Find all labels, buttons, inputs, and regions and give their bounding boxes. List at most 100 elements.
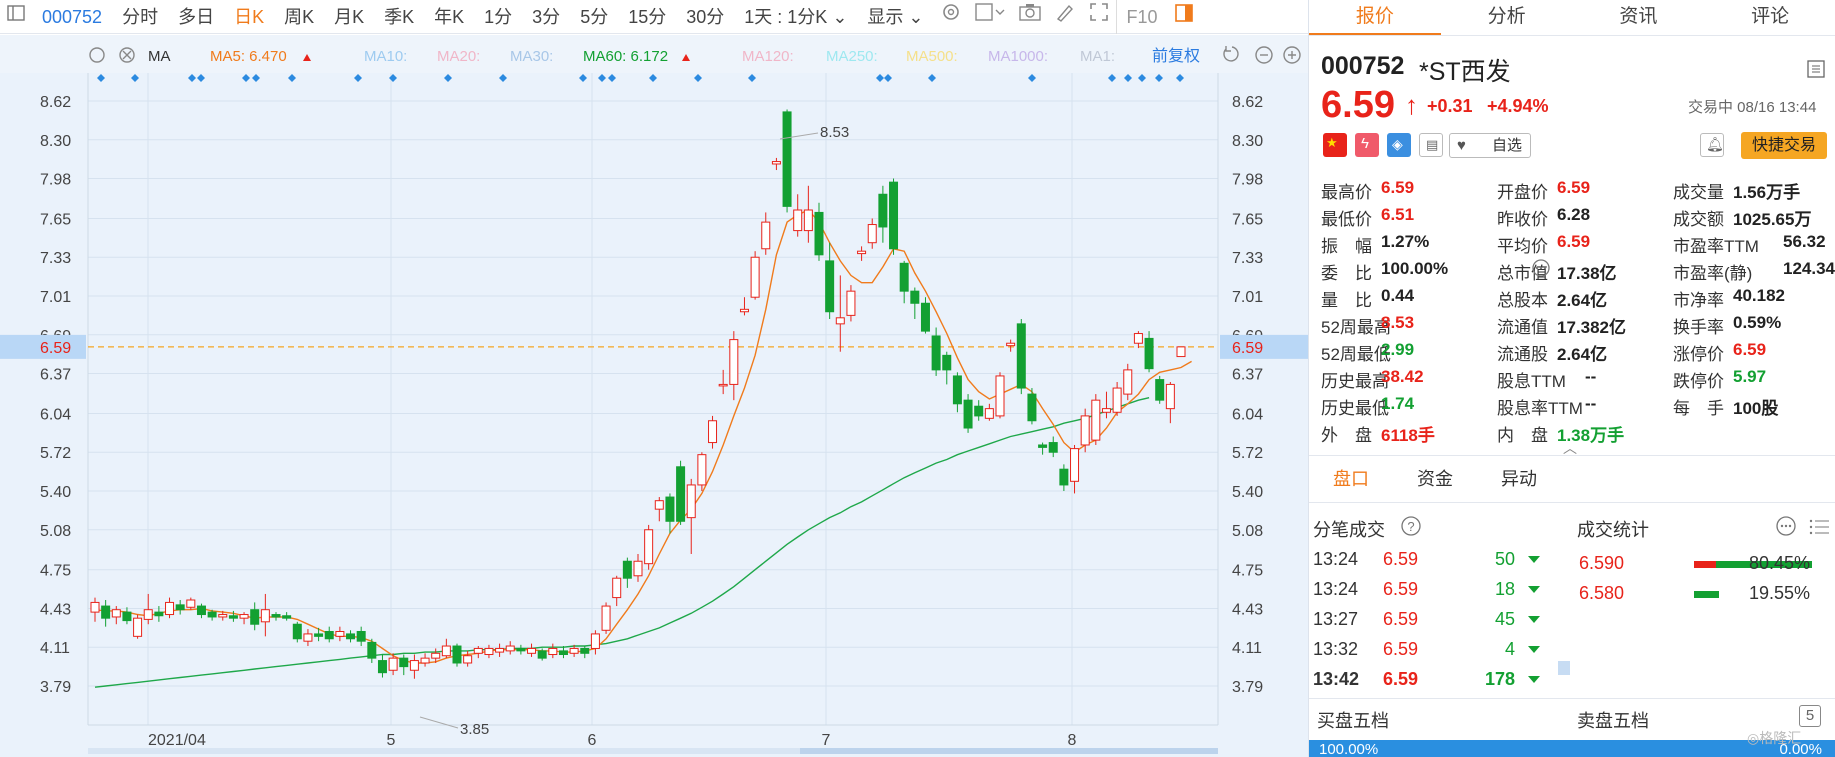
candle-body [335, 630, 345, 637]
detail-subtab[interactable]: 盘口 [1309, 458, 1393, 500]
tick-volume: 4 [1504, 639, 1515, 659]
fullscreen-icon[interactable] [1082, 0, 1116, 34]
interval-select[interactable]: 1天 : 1分K ⌄ [734, 0, 857, 34]
period-tab[interactable]: 周K [274, 0, 324, 34]
square-select-icon[interactable] [968, 0, 1012, 34]
note-icon[interactable]: ▤ [1419, 133, 1443, 157]
candle-body [218, 614, 228, 618]
lightning-icon[interactable]: ϟ [1355, 133, 1379, 157]
candle-body [920, 302, 930, 332]
period-tab[interactable]: 月K [324, 0, 374, 34]
candle-body [409, 660, 419, 671]
period-tab[interactable]: 30分 [676, 0, 734, 34]
display-menu[interactable]: 显示 ⌄ [857, 0, 933, 34]
period-tab[interactable]: 多日 [168, 0, 224, 34]
ma-legend-ma20: MA20: [437, 48, 480, 65]
candle-body [548, 647, 558, 656]
display-label: 显示 [867, 6, 904, 27]
camera-icon[interactable] [1012, 0, 1048, 34]
kline-chart[interactable]: 8.62 8.62 8.30 8.30 7.98 7.98 7.65 7.65 7.33 7.33… [0, 35, 1308, 757]
candle-body [942, 354, 952, 371]
more-icon[interactable] [1775, 515, 1797, 542]
y-tick-label-right: 4.11 [1232, 640, 1262, 657]
add-watchlist-button[interactable]: ♥ 自选 [1449, 133, 1531, 158]
menu-icon[interactable] [1807, 60, 1825, 83]
candle-body [1091, 399, 1101, 441]
tick-price: 6.59 [1383, 669, 1419, 689]
panel-toggle-icon[interactable] [1168, 0, 1200, 34]
y-tick-label-left: 4.75 [40, 563, 71, 580]
y-tick-label-left: 5.72 [40, 445, 71, 462]
candle-body [463, 655, 473, 664]
panel-tab[interactable]: 资讯 [1573, 0, 1705, 35]
period-tab[interactable]: 季K [374, 0, 424, 34]
chart-bg [0, 35, 1308, 757]
candle-body [686, 484, 696, 519]
tick-time: 13:42 [1313, 669, 1360, 689]
sidebar-toggle-icon[interactable] [0, 0, 32, 34]
y-tick-label-right: 7.01 [1232, 289, 1263, 306]
period-tab[interactable]: 15分 [618, 0, 676, 34]
ma-legend-ma10: MA10: [364, 48, 407, 65]
panel-tab[interactable]: 分析 [1441, 0, 1573, 35]
stat-label: 股息TTM [1497, 372, 1566, 391]
stat-value: 124.34 [1783, 259, 1835, 278]
stat-value: 0.59% [1733, 313, 1782, 332]
candle-body [612, 577, 622, 599]
stat-label: 昨收价 [1497, 210, 1548, 229]
candle-body [654, 500, 664, 510]
ma-legend-ma30: MA30: [510, 48, 553, 65]
candle-body [250, 609, 260, 625]
stat-label: 市净率 [1673, 291, 1724, 310]
stat-label: 振 幅 [1321, 237, 1372, 256]
tag-icon[interactable]: ◈ [1387, 133, 1411, 157]
candle-body [825, 260, 835, 313]
candle-body [590, 633, 600, 649]
panel-tab[interactable]: 评论 [1704, 0, 1835, 35]
stat-pct: 19.55% [1749, 583, 1811, 603]
candle-body [665, 496, 675, 522]
candle-body [899, 262, 909, 292]
candle-body [1112, 387, 1122, 413]
scroll-handle[interactable] [1558, 661, 1570, 675]
stat-label: 总股本 [1497, 291, 1548, 310]
list-icon[interactable] [1809, 517, 1831, 542]
stock-code[interactable]: 000752 [32, 0, 112, 34]
detail-subtab[interactable]: 资金 [1393, 458, 1477, 500]
trading-status: 交易中 08/16 13:44 [1688, 99, 1817, 116]
candle-body [569, 647, 579, 654]
period-tab[interactable]: 5分 [570, 0, 618, 34]
stat-value: 2.99 [1381, 340, 1415, 359]
period-tab[interactable]: 年K [424, 0, 474, 34]
candle-body [633, 560, 643, 577]
stat-label: 内 盘 [1497, 426, 1548, 445]
f10-button[interactable]: F10 [1115, 0, 1168, 34]
period-tab[interactable]: 3分 [522, 0, 570, 34]
ma-legend-ma5: MA5: 6.470 [210, 48, 287, 65]
period-tab[interactable]: 1分 [474, 0, 522, 34]
candle-body [793, 209, 803, 232]
bell-icon[interactable]: 🔔︎ [1700, 133, 1724, 157]
panel-tab[interactable]: 报价 [1309, 0, 1441, 35]
y-tick-label-left: 7.01 [40, 289, 71, 306]
stat-value: 0.44 [1381, 286, 1415, 305]
quick-trade-button[interactable]: 快捷交易 [1741, 132, 1827, 159]
sell-arrow-icon [1528, 616, 1540, 623]
pen-icon[interactable] [1048, 0, 1082, 34]
five-level-icon[interactable]: 5 [1799, 705, 1821, 727]
y-tick-label-left: 6.37 [40, 367, 71, 384]
stat-label: 成交额 [1673, 210, 1724, 229]
settings-icon[interactable] [934, 0, 968, 34]
candle-body [750, 256, 760, 298]
candle-body [90, 601, 100, 613]
stat-value: 6.51 [1381, 205, 1415, 224]
quote-panel: 报价 分析 资讯 评论 000752 *ST西发 6.59 ↑ +0.31 +4.94… [1308, 0, 1835, 757]
stat-label: 流通股 [1497, 345, 1548, 364]
more-icon[interactable] [1531, 258, 1551, 283]
detail-subtab[interactable]: 异动 [1477, 458, 1561, 500]
stat-value: 38.42 [1381, 367, 1424, 386]
period-tab[interactable]: 分时 [112, 0, 168, 34]
stat-value: 1.56万手 [1733, 183, 1801, 202]
period-tab[interactable]: 日K [224, 0, 274, 34]
help-icon[interactable]: ? [1400, 515, 1422, 542]
